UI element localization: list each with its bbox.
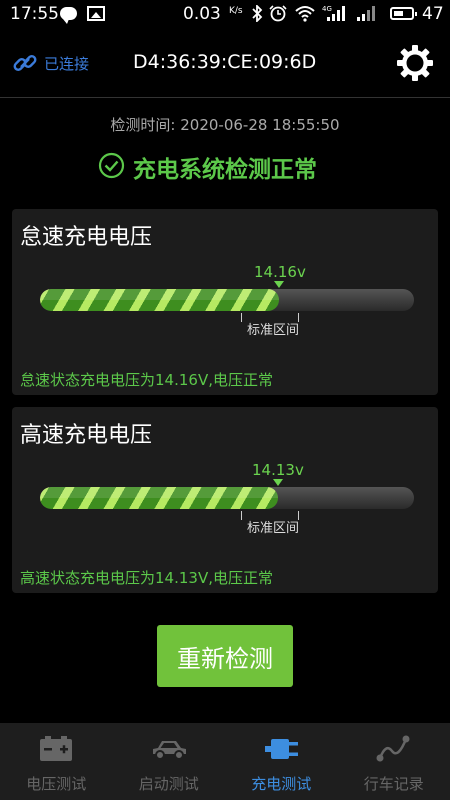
nav-label: 电压测试 — [26, 775, 87, 793]
nav-item-charge-test[interactable]: 充电测试 — [225, 723, 338, 800]
nav-item-voltage-test[interactable]: 电压测试 — [0, 723, 113, 800]
nav-label: 行车记录 — [363, 775, 424, 793]
check-circle-icon — [98, 152, 125, 179]
nav-label: 启动测试 — [138, 775, 199, 793]
nav-item-drive-record[interactable]: 行车记录 — [338, 723, 450, 800]
alarm-icon — [269, 5, 287, 22]
value-marker-icon — [273, 479, 283, 486]
card-message: 高速状态充电电压为14.13V,电压正常 — [20, 569, 273, 587]
voltage-value-label: 14.13v — [252, 461, 304, 479]
card-title: 高速充电电压 — [20, 423, 153, 448]
idle-voltage-card: 怠速充电电压 14.16v 标准区间 怠速状态充电电压为14.16V,电压正常 — [12, 209, 438, 395]
standard-range-label: 标准区间 — [247, 521, 300, 536]
voltage-gauge-fill — [40, 289, 280, 311]
wifi-icon — [295, 6, 315, 22]
status-message: 充电系统检测正常 — [133, 157, 317, 183]
app-header: 已连接 D4:36:39:CE:09:6D — [0, 30, 450, 98]
battery-level: 47 — [422, 4, 444, 24]
car-icon — [152, 741, 186, 760]
voltage-gauge-track — [40, 487, 414, 509]
voltage-gauge-track — [40, 289, 414, 311]
battery-status-icon — [390, 7, 417, 20]
bottom-nav: 电压测试 启动测试 充电测试 行车记录 — [0, 723, 450, 800]
voltage-gauge-fill — [40, 487, 279, 509]
image-notification-icon — [87, 6, 105, 21]
value-marker-icon — [274, 281, 284, 288]
cell-signal-icon — [327, 6, 345, 21]
nav-item-start-test[interactable]: 启动测试 — [113, 723, 226, 800]
voltage-value-label: 14.16v — [254, 263, 306, 281]
range-start-tick — [241, 511, 242, 520]
nav-label: 充电测试 — [251, 775, 312, 793]
card-message: 怠速状态充电电压为14.16V,电压正常 — [20, 371, 273, 389]
settings-gear-icon[interactable] — [396, 44, 434, 82]
status-bar: 17:55 0.03 K/s 4G 47 — [0, 0, 450, 30]
connection-status[interactable]: 已连接 — [44, 53, 89, 74]
link-icon[interactable] — [12, 50, 38, 76]
battery-icon — [40, 736, 73, 761]
cell-signal-2-icon — [357, 6, 375, 21]
card-title: 怠速充电电压 — [20, 225, 153, 250]
status-time: 17:55 — [10, 4, 59, 24]
net-speed: 0.03 — [183, 4, 221, 24]
net-speed-unit: K/s — [229, 6, 243, 16]
bluetooth-icon — [252, 5, 263, 22]
range-start-tick — [241, 313, 242, 322]
standard-range-label: 标准区间 — [247, 323, 300, 338]
device-mac-address: D4:36:39:CE:09:6D — [133, 51, 317, 73]
high-speed-voltage-card: 高速充电电压 14.13v 标准区间 高速状态充电电压为14.13V,电压正常 — [12, 407, 438, 593]
detection-time: 检测时间: 2020-06-28 18:55:50 — [110, 116, 340, 134]
message-icon — [60, 7, 77, 24]
plug-icon — [265, 739, 299, 759]
route-icon — [376, 735, 410, 762]
retest-button[interactable]: 重新检测 — [157, 625, 293, 687]
